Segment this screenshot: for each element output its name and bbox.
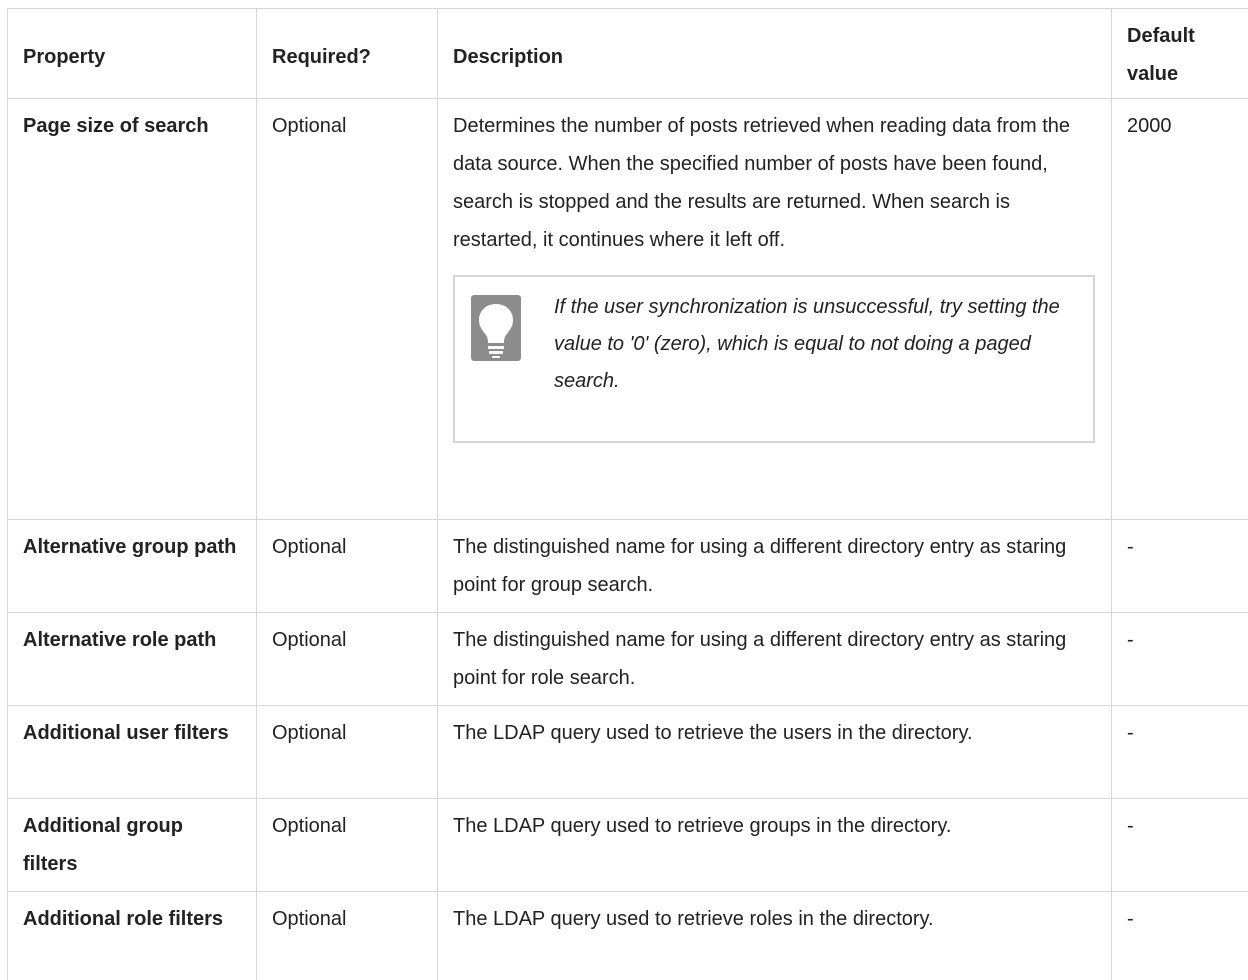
description-text: The LDAP query used to retrieve the user… [438, 706, 1112, 799]
required-value: Optional [257, 99, 438, 520]
default-value: - [1112, 892, 1248, 980]
description-text: Determines the number of posts retrieved… [453, 107, 1096, 259]
required-value: Optional [257, 613, 438, 706]
property-name: Page size of search [8, 99, 257, 520]
tip-text: If the user synchronization is unsuccess… [554, 289, 1073, 400]
table-row: Alternative group path Optional The dist… [8, 520, 1248, 613]
header-default-line1: Default [1127, 25, 1195, 47]
description-cell: Determines the number of posts retrieved… [438, 99, 1112, 520]
header-default-value: Default value [1112, 9, 1248, 99]
table-row: Additional user filters Optional The LDA… [8, 706, 1248, 799]
description-text: The distinguished name for using a diffe… [438, 520, 1112, 613]
header-required: Required? [257, 9, 438, 99]
table-row: Alternative role path Optional The disti… [8, 613, 1248, 706]
required-value: Optional [257, 706, 438, 799]
table-row: Page size of search Optional Determines … [8, 99, 1248, 520]
default-value: - [1112, 706, 1248, 799]
tip-box: If the user synchronization is unsuccess… [453, 275, 1095, 443]
property-name: Alternative group path [8, 520, 257, 613]
header-row: Property Required? Description Default va… [8, 9, 1248, 99]
property-name: Alternative role path [8, 613, 257, 706]
default-value: - [1112, 799, 1248, 892]
header-description: Description [438, 9, 1112, 99]
required-value: Optional [257, 892, 438, 980]
description-text: The distinguished name for using a diffe… [438, 613, 1112, 706]
required-value: Optional [257, 520, 438, 613]
table-row: Additional role filters Optional The LDA… [8, 892, 1248, 980]
description-text: The LDAP query used to retrieve roles in… [438, 892, 1112, 980]
default-value: - [1112, 520, 1248, 613]
description-text: The LDAP query used to retrieve groups i… [438, 799, 1112, 892]
property-name: Additional role filters [8, 892, 257, 980]
properties-table: Property Required? Description Default va… [7, 8, 1248, 980]
default-value: 2000 [1112, 99, 1248, 520]
header-property: Property [8, 9, 257, 99]
default-value: - [1112, 613, 1248, 706]
table-row: Additional group filters Optional The LD… [8, 799, 1248, 892]
lightbulb-icon [471, 295, 521, 361]
required-value: Optional [257, 799, 438, 892]
property-name: Additional user filters [8, 706, 257, 799]
header-default-line2: value [1127, 63, 1178, 85]
property-name: Additional group filters [8, 799, 257, 892]
